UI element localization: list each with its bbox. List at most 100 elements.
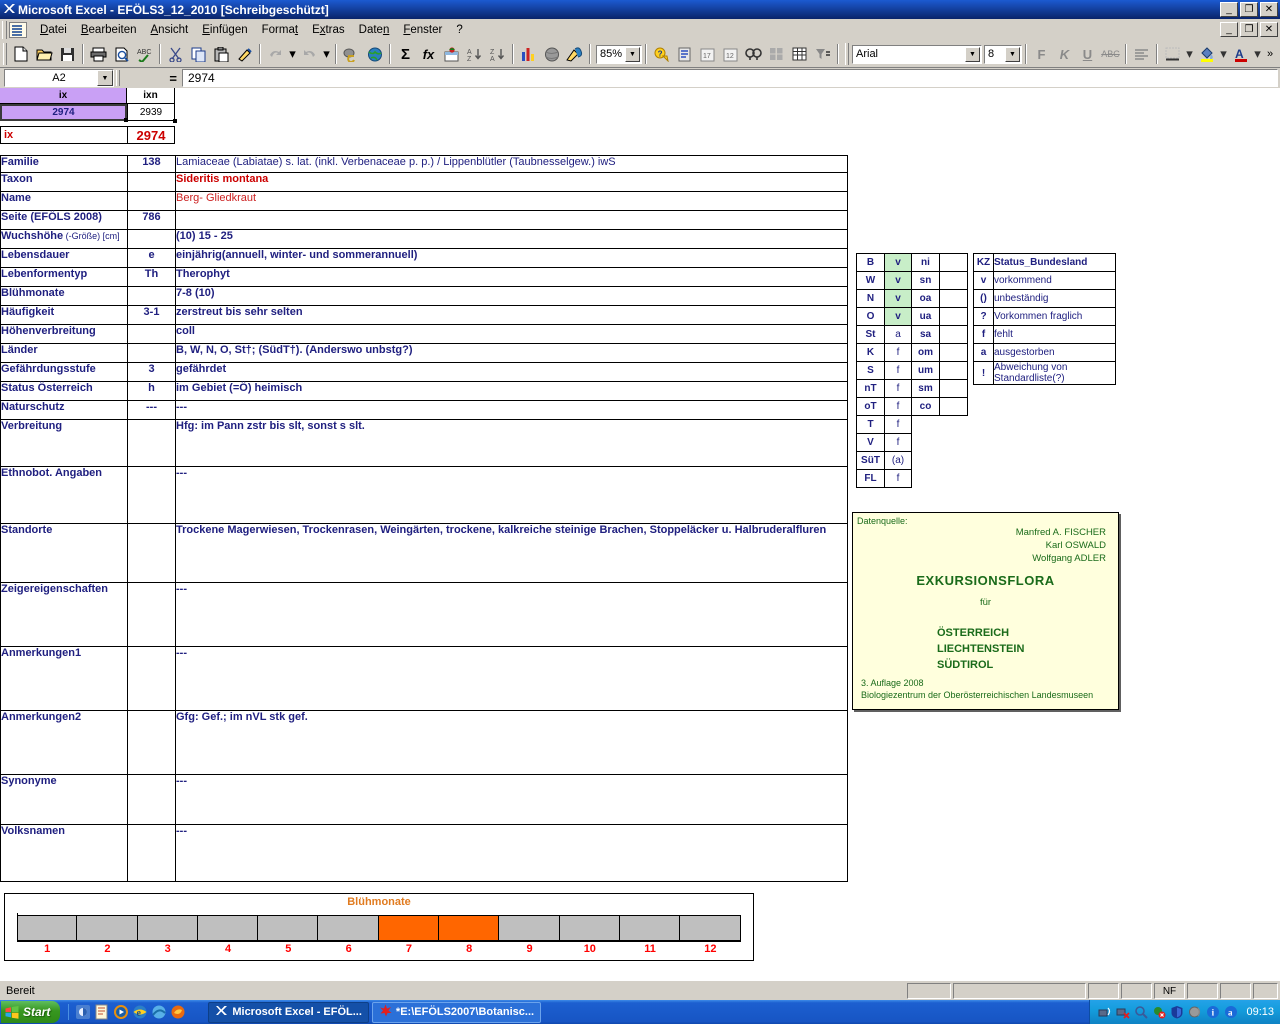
- fill-color-icon[interactable]: [1195, 43, 1218, 65]
- chevron-down-icon[interactable]: ▼: [97, 70, 113, 86]
- status-key-cell[interactable]: T: [856, 415, 885, 434]
- record-value-cell[interactable]: (10) 15 - 25: [175, 229, 848, 249]
- network-disconnected-icon[interactable]: [1116, 1005, 1131, 1019]
- status-key-cell[interactable]: SüT: [856, 451, 885, 470]
- record-label-cell[interactable]: Anmerkungen2: [0, 710, 128, 775]
- cell-a2-selected[interactable]: 2974: [0, 104, 128, 122]
- chevron-down-icon[interactable]: ▼: [1005, 46, 1020, 62]
- menu-fenster[interactable]: Fenster: [396, 22, 449, 38]
- task-button-app[interactable]: *E:\EFÖLS2007\Botanisc...: [371, 1001, 542, 1023]
- status-value-cell[interactable]: a: [884, 325, 912, 344]
- ie-channel-icon[interactable]: [75, 1004, 91, 1020]
- start-button[interactable]: Start: [1, 1001, 61, 1023]
- status-key-cell[interactable]: ni: [911, 253, 940, 272]
- record-value-cell[interactable]: ---: [175, 400, 848, 420]
- record-code-cell[interactable]: [127, 324, 176, 344]
- firefox-icon[interactable]: [170, 1004, 186, 1020]
- formatting-toolbar-grip[interactable]: [845, 43, 849, 65]
- status-value-cell[interactable]: v: [884, 307, 912, 326]
- record-label-cell[interactable]: Ethnobot. Angaben: [0, 466, 128, 524]
- print-preview-icon[interactable]: [110, 43, 133, 65]
- legend-label-cell[interactable]: Vorkommen fraglich: [993, 307, 1116, 326]
- status-key-cell[interactable]: oa: [911, 289, 940, 308]
- firewall-icon[interactable]: [1170, 1005, 1184, 1019]
- font-size-combo[interactable]: 8 ▼: [984, 44, 1022, 64]
- sort-ascending-icon[interactable]: AZ: [463, 43, 486, 65]
- menu-daten[interactable]: Daten: [352, 22, 397, 38]
- status-key-cell[interactable]: W: [856, 271, 885, 290]
- status-key-cell[interactable]: co: [911, 397, 940, 416]
- menu-format[interactable]: Format: [255, 22, 305, 38]
- record-value-cell[interactable]: Hfg: im Pann zstr bis slt, sonst s slt.: [175, 419, 848, 467]
- toolbar-grip[interactable]: [3, 43, 7, 65]
- status-key-cell[interactable]: om: [911, 343, 940, 362]
- record-code-cell[interactable]: [127, 466, 176, 524]
- record-code-cell[interactable]: [127, 582, 176, 647]
- record-value-cell[interactable]: [175, 210, 848, 230]
- legend-key-cell[interactable]: f: [973, 325, 994, 344]
- status-key-cell[interactable]: St: [856, 325, 885, 344]
- record-value-cell[interactable]: einjährig(annuell, winter- und sommerann…: [175, 248, 848, 268]
- status-key-cell[interactable]: B: [856, 253, 885, 272]
- status-value-cell[interactable]: f: [884, 469, 912, 488]
- record-value-cell[interactable]: 7-8 (10): [175, 286, 848, 306]
- ix-value[interactable]: 2974: [127, 126, 175, 144]
- record-code-cell[interactable]: 3: [127, 362, 176, 382]
- strikethrough-button[interactable]: ABC: [1099, 43, 1122, 65]
- record-value-cell[interactable]: Berg- Gliedkraut: [175, 191, 848, 211]
- status-value-cell[interactable]: [939, 325, 968, 344]
- status-value-cell[interactable]: [939, 343, 968, 362]
- record-code-cell[interactable]: [127, 824, 176, 882]
- volume-icon[interactable]: [1188, 1005, 1202, 1019]
- print-icon[interactable]: [87, 43, 110, 65]
- antivirus-icon[interactable]: [1152, 1005, 1166, 1019]
- custom-tool-2-icon[interactable]: 17: [696, 43, 719, 65]
- underline-button[interactable]: U: [1076, 43, 1099, 65]
- record-code-cell[interactable]: [127, 710, 176, 775]
- filter-icon[interactable]: [811, 43, 834, 65]
- find-icon[interactable]: [742, 43, 765, 65]
- close-button[interactable]: ✕: [1260, 2, 1278, 17]
- status-key-cell[interactable]: nT: [856, 379, 885, 398]
- menu-hilfe[interactable]: ?: [449, 22, 469, 38]
- italic-button[interactable]: K: [1053, 43, 1076, 65]
- record-value-cell[interactable]: im Gebiet (=Ö) heimisch: [175, 381, 848, 401]
- record-value-cell[interactable]: ---: [175, 582, 848, 647]
- status-value-cell[interactable]: [939, 271, 968, 290]
- status-key-cell[interactable]: ua: [911, 307, 940, 326]
- record-label-cell[interactable]: Name: [0, 191, 128, 211]
- status-value-cell[interactable]: v: [884, 271, 912, 290]
- workbook-close-button[interactable]: ✕: [1260, 22, 1278, 37]
- status-value-cell[interactable]: f: [884, 397, 912, 416]
- record-code-cell[interactable]: [127, 774, 176, 825]
- status-value-cell[interactable]: [939, 397, 968, 416]
- record-label-cell[interactable]: Status Österreich: [0, 381, 128, 401]
- menu-ansicht[interactable]: Ansicht: [144, 22, 196, 38]
- status-value-cell[interactable]: f: [884, 379, 912, 398]
- record-code-cell[interactable]: 3-1: [127, 305, 176, 325]
- undo-dropdown-icon[interactable]: ▾: [287, 43, 298, 65]
- record-code-cell[interactable]: e: [127, 248, 176, 268]
- workbook-minimize-button[interactable]: _: [1220, 22, 1238, 37]
- record-value-cell[interactable]: coll: [175, 324, 848, 344]
- font-color-icon[interactable]: A: [1229, 43, 1252, 65]
- status-value-cell[interactable]: (a): [884, 451, 912, 470]
- status-value-cell[interactable]: v: [884, 289, 912, 308]
- help-icon[interactable]: ?: [650, 43, 673, 65]
- record-label-cell[interactable]: Anmerkungen1: [0, 646, 128, 711]
- record-value-cell[interactable]: Therophyt: [175, 267, 848, 287]
- name-box[interactable]: A2 ▼: [4, 69, 114, 87]
- record-code-cell[interactable]: [127, 646, 176, 711]
- record-value-cell[interactable]: Sideritis montana: [175, 172, 848, 192]
- search-icon[interactable]: [1134, 1005, 1149, 1019]
- restore-button[interactable]: ❐: [1240, 2, 1258, 17]
- status-value-cell[interactable]: f: [884, 343, 912, 362]
- align-left-icon[interactable]: [1130, 43, 1153, 65]
- record-code-cell[interactable]: [127, 172, 176, 192]
- formula-input[interactable]: 2974: [182, 69, 1278, 87]
- legend-label-cell[interactable]: Abweichung von Standardliste(?): [993, 361, 1116, 385]
- status-value-cell[interactable]: v: [884, 253, 912, 272]
- record-value-cell[interactable]: zerstreut bis sehr selten: [175, 305, 848, 325]
- legend-label-cell[interactable]: ausgestorben: [993, 343, 1116, 362]
- record-value-cell[interactable]: gefährdet: [175, 362, 848, 382]
